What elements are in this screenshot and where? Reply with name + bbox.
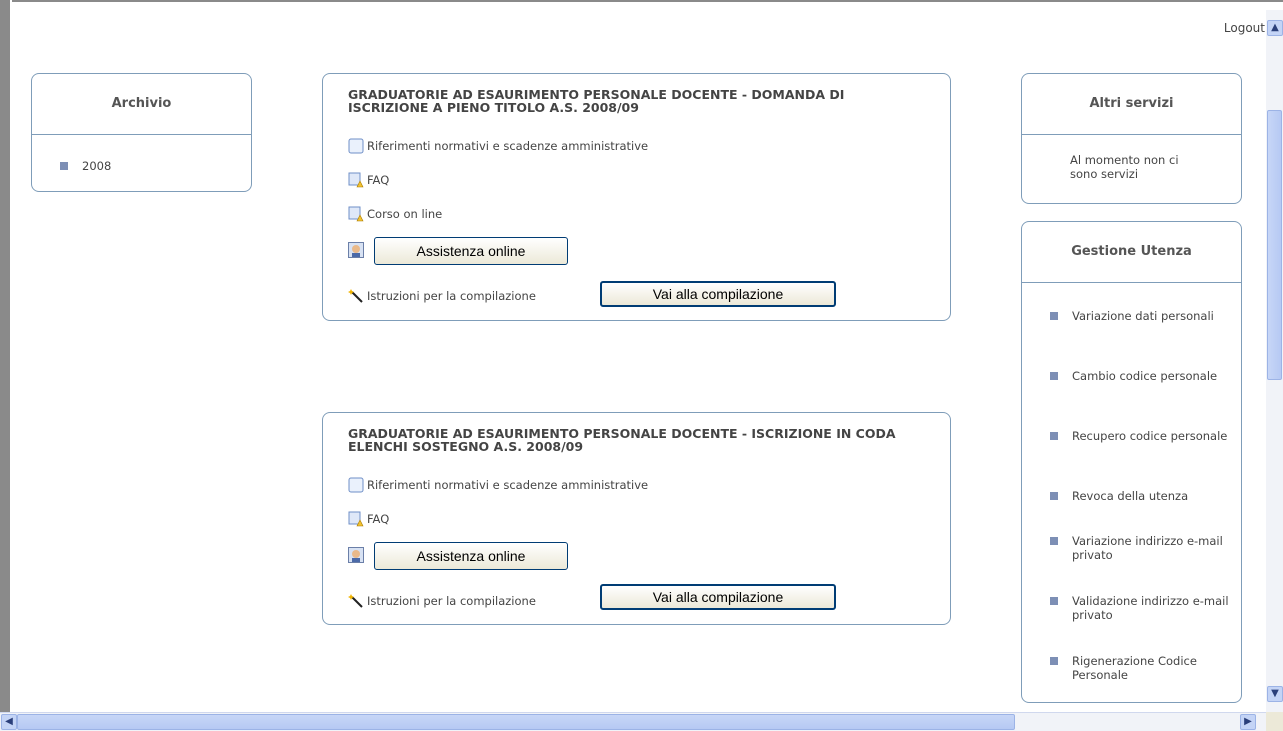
- window-left-border: [0, 0, 12, 712]
- vai-compilazione-button[interactable]: Vai alla compilazione: [600, 281, 836, 307]
- bullet-icon: [1050, 597, 1058, 605]
- person-support-icon: [348, 242, 364, 258]
- gestione-item-validazione-email[interactable]: Validazione indirizzo e-mail privato: [1050, 594, 1231, 654]
- vertical-scroll-thumb[interactable]: [1267, 110, 1282, 380]
- altri-servizi-panel: Altri servizi Al momento non ci sono ser…: [1021, 73, 1242, 204]
- assistenza-online-button[interactable]: Assistenza online: [374, 542, 568, 570]
- vertical-scrollbar[interactable]: ▲ ▼: [1266, 10, 1283, 712]
- window-top-border: [0, 0, 1283, 10]
- archivio-title: Archivio: [32, 74, 251, 135]
- document-icon: [348, 477, 364, 493]
- document-icon: [348, 138, 364, 154]
- bullet-icon: [1050, 312, 1058, 320]
- archivio-item-2008[interactable]: 2008: [60, 159, 241, 173]
- riferimenti-link[interactable]: Riferimenti normativi e scadenze amminis…: [348, 477, 648, 493]
- gestione-item-rigenerazione-codice[interactable]: Rigenerazione Codice Personale: [1050, 654, 1231, 694]
- riferimenti-link[interactable]: Riferimenti normativi e scadenze amminis…: [348, 138, 648, 154]
- assistenza-row: [348, 547, 367, 563]
- altri-servizi-message: Al momento non ci sono servizi: [1070, 153, 1179, 181]
- bullet-icon: [1050, 372, 1058, 380]
- gestione-item-cambio-codice[interactable]: Cambio codice personale: [1050, 369, 1231, 429]
- vai-compilazione-button[interactable]: Vai alla compilazione: [600, 584, 836, 610]
- scroll-down-button[interactable]: ▼: [1267, 686, 1283, 702]
- istruzioni-link[interactable]: Istruzioni per la compilazione: [348, 593, 536, 609]
- bullet-icon: [60, 162, 68, 170]
- person-support-icon: [348, 547, 364, 563]
- document-warning-icon: [348, 172, 364, 188]
- logout-link[interactable]: Logout: [1224, 21, 1265, 35]
- bullet-icon: [1050, 432, 1058, 440]
- gestione-item-revoca-utenza[interactable]: Revoca della utenza: [1050, 489, 1231, 534]
- gestione-utenza-panel: Gestione Utenza Variazione dati personal…: [1021, 221, 1242, 703]
- card-title: GRADUATORIE AD ESAURIMENTO PERSONALE DOC…: [348, 87, 845, 115]
- corso-link[interactable]: Corso on line: [348, 206, 442, 222]
- card-title: GRADUATORIE AD ESAURIMENTO PERSONALE DOC…: [348, 426, 896, 454]
- horizontal-scrollbar[interactable]: ◀ ▶: [0, 712, 1266, 731]
- gestione-item-variazione-email[interactable]: Variazione indirizzo e-mail privato: [1050, 534, 1231, 594]
- scrollbar-corner: [1266, 712, 1283, 731]
- horizontal-scroll-thumb[interactable]: [17, 714, 1015, 730]
- bullet-icon: [1050, 537, 1058, 545]
- gestione-utenza-list: Variazione dati personali Cambio codice …: [1022, 283, 1241, 694]
- magic-wand-icon: [348, 289, 363, 303]
- card-iscrizione-sostegno: GRADUATORIE AD ESAURIMENTO PERSONALE DOC…: [322, 412, 951, 625]
- gestione-item-recupero-codice[interactable]: Recupero codice personale: [1050, 429, 1231, 489]
- bullet-icon: [1050, 657, 1058, 665]
- faq-link[interactable]: FAQ: [348, 511, 389, 527]
- assistenza-row: [348, 242, 367, 258]
- document-warning-icon: [348, 511, 364, 527]
- archivio-panel: Archivio 2008: [31, 73, 252, 192]
- istruzioni-link[interactable]: Istruzioni per la compilazione: [348, 288, 536, 304]
- gestione-utenza-title: Gestione Utenza: [1022, 222, 1241, 283]
- faq-link[interactable]: FAQ: [348, 172, 389, 188]
- assistenza-online-button[interactable]: Assistenza online: [374, 237, 568, 265]
- gestione-item-variazione-dati[interactable]: Variazione dati personali: [1050, 309, 1231, 369]
- scroll-right-button[interactable]: ▶: [1240, 714, 1256, 730]
- scroll-up-button[interactable]: ▲: [1267, 20, 1283, 36]
- archivio-list: 2008: [32, 135, 251, 173]
- card-iscrizione-pieno-titolo: GRADUATORIE AD ESAURIMENTO PERSONALE DOC…: [322, 73, 951, 321]
- scroll-left-button[interactable]: ◀: [1, 714, 17, 730]
- document-warning-icon: [348, 206, 364, 222]
- bullet-icon: [1050, 492, 1058, 500]
- altri-servizi-title: Altri servizi: [1022, 74, 1241, 135]
- magic-wand-icon: [348, 594, 363, 608]
